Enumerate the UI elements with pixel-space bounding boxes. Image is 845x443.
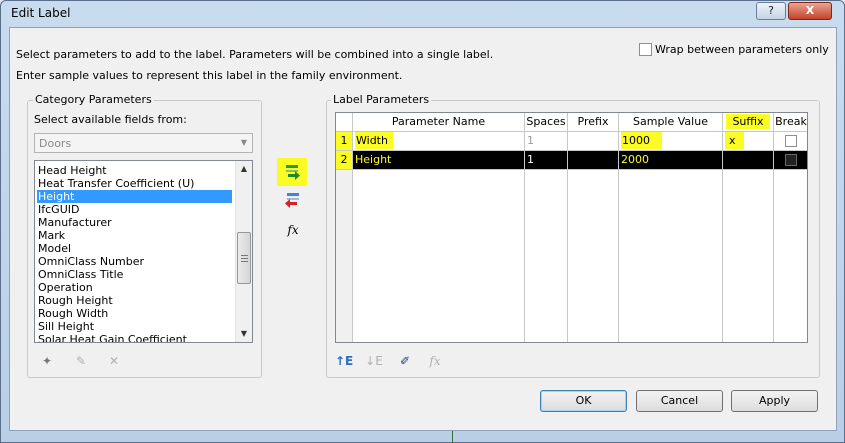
add-parameter-icon[interactable] bbox=[277, 158, 307, 186]
formula-icon[interactable]: fx bbox=[283, 221, 303, 239]
category-parameter-list[interactable]: Head Height Heat Transfer Coefficient (U… bbox=[34, 160, 253, 343]
row-number[interactable]: 1 bbox=[336, 132, 353, 151]
sample-value: 1000 bbox=[621, 132, 662, 149]
list-item-selected[interactable]: Height bbox=[37, 190, 232, 203]
header-sample-value: Sample Value bbox=[619, 113, 723, 132]
header-prefix: Prefix bbox=[568, 113, 619, 132]
cancel-button[interactable]: Cancel bbox=[636, 390, 723, 412]
window-title: Edit Label bbox=[11, 6, 71, 20]
header-suffix-cell: Suffix bbox=[723, 113, 774, 132]
param-name-cell[interactable]: Height bbox=[353, 151, 525, 170]
header-parameter-name: Parameter Name bbox=[353, 113, 525, 132]
list-item[interactable]: Mark bbox=[38, 229, 65, 242]
close-button[interactable]: X bbox=[788, 2, 832, 20]
category-parameters-label: Category Parameters bbox=[33, 93, 154, 106]
break-cell[interactable] bbox=[774, 151, 807, 170]
list-item[interactable]: Operation bbox=[38, 281, 93, 294]
row-number[interactable]: 2 bbox=[336, 151, 353, 170]
break-cell[interactable] bbox=[774, 132, 807, 151]
instruction-line-2: Enter sample values to represent this la… bbox=[16, 69, 403, 82]
list-item[interactable]: Model bbox=[38, 242, 71, 255]
scroll-thumb[interactable] bbox=[237, 232, 251, 284]
edit-label-parameter-icon[interactable]: ✐ bbox=[396, 353, 414, 369]
list-item[interactable]: OmniClass Number bbox=[38, 255, 144, 268]
list-item[interactable]: Sill Height bbox=[38, 320, 94, 333]
list-item[interactable]: Rough Height bbox=[38, 294, 113, 307]
category-combo-value: Doors bbox=[39, 137, 72, 150]
list-item[interactable]: Solar Heat Gain Coefficient bbox=[38, 333, 187, 342]
instruction-line-1: Select parameters to add to the label. P… bbox=[16, 48, 494, 61]
suffix-cell[interactable]: x bbox=[723, 132, 774, 151]
suffix-value: x bbox=[725, 132, 744, 149]
background-line bbox=[452, 431, 453, 443]
fields-label: Select available fields from: bbox=[34, 113, 187, 126]
title-bar[interactable]: Edit Label ? X bbox=[1, 1, 844, 27]
label-parameters-grid[interactable]: Parameter Name Spaces Prefix Sample Valu… bbox=[335, 112, 808, 343]
scroll-up-icon[interactable]: ▲ bbox=[236, 161, 252, 177]
spaces-cell[interactable]: 1 bbox=[525, 132, 568, 151]
category-combo[interactable]: Doors ▼ bbox=[34, 133, 253, 153]
suffix-cell[interactable] bbox=[723, 151, 774, 170]
grid-corner bbox=[336, 113, 353, 132]
list-item[interactable]: Rough Width bbox=[38, 307, 108, 320]
apply-button[interactable]: Apply bbox=[731, 390, 818, 412]
edit-parameter-icon[interactable]: ✎ bbox=[72, 353, 90, 369]
list-item[interactable]: IfcGUID bbox=[38, 203, 79, 216]
chevron-down-icon: ▼ bbox=[240, 138, 247, 147]
formula-disabled-icon[interactable]: fx bbox=[426, 353, 444, 369]
list-item[interactable]: Head Height bbox=[38, 164, 107, 177]
param-name: Width bbox=[355, 132, 393, 149]
move-down-icon[interactable]: ↓E bbox=[365, 353, 383, 369]
header-suffix: Suffix bbox=[726, 114, 770, 129]
spaces-cell[interactable]: 1 bbox=[525, 151, 568, 170]
sample-value-cell[interactable]: 2000 bbox=[619, 151, 723, 170]
delete-parameter-icon[interactable]: ✕ bbox=[105, 353, 123, 369]
header-break: Break bbox=[774, 113, 807, 132]
ok-button[interactable]: OK bbox=[540, 390, 627, 412]
wrap-option[interactable]: Wrap between parameters only bbox=[639, 43, 829, 56]
scroll-down-icon[interactable]: ▼ bbox=[236, 326, 252, 342]
header-spaces: Spaces bbox=[525, 113, 568, 132]
wrap-label: Wrap between parameters only bbox=[655, 43, 829, 56]
list-item[interactable]: Manufacturer bbox=[38, 216, 112, 229]
prefix-cell[interactable] bbox=[568, 151, 619, 170]
list-scrollbar[interactable]: ▲ ▼ bbox=[235, 161, 252, 342]
label-parameters-label: Label Parameters bbox=[331, 93, 432, 106]
break-checkbox[interactable] bbox=[785, 154, 797, 166]
param-name-cell[interactable]: Width bbox=[353, 132, 525, 151]
list-item[interactable]: OmniClass Title bbox=[38, 268, 123, 281]
remove-parameter-icon[interactable] bbox=[283, 192, 303, 210]
sample-value-cell[interactable]: 1000 bbox=[619, 132, 723, 151]
list-item[interactable]: Heat Transfer Coefficient (U) bbox=[38, 177, 194, 190]
move-up-icon[interactable]: ↑E bbox=[335, 353, 353, 369]
prefix-cell[interactable] bbox=[568, 132, 619, 151]
help-button[interactable]: ? bbox=[756, 2, 786, 20]
new-parameter-icon[interactable]: ✦ bbox=[38, 353, 56, 369]
wrap-checkbox[interactable] bbox=[639, 43, 652, 56]
break-checkbox[interactable] bbox=[785, 135, 797, 147]
